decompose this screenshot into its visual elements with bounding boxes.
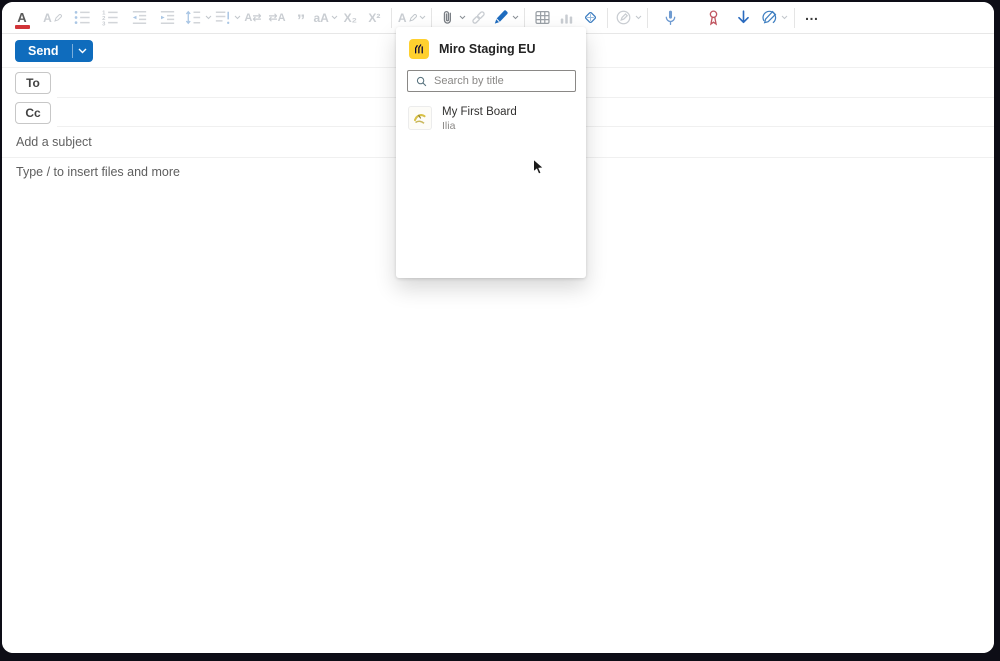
board-info: My First Board Ilia xyxy=(442,106,517,133)
miro-addin-popup: Miro Staging EU My First Board Ilia xyxy=(396,27,586,278)
chevron-down-icon xyxy=(635,15,641,20)
line-spacing-icon xyxy=(185,10,200,25)
board-title: My First Board xyxy=(442,106,517,118)
search-icon xyxy=(416,76,427,86)
numbered-list-button[interactable]: 123 xyxy=(99,5,122,31)
increase-indent-button[interactable] xyxy=(156,5,179,31)
bullet-list-icon xyxy=(74,11,90,24)
popup-header: Miro Staging EU xyxy=(396,27,586,70)
decrease-indent-icon xyxy=(132,11,146,24)
paperclip-icon xyxy=(443,10,451,24)
to-button[interactable]: To xyxy=(15,72,51,94)
cc-button[interactable]: Cc xyxy=(15,102,51,124)
ellipsis-icon: … xyxy=(804,6,819,23)
link-icon xyxy=(471,11,485,24)
board-owner: Ilia xyxy=(442,120,456,132)
chart-icon xyxy=(560,14,572,24)
numbered-list-icon: 123 xyxy=(102,10,118,27)
dictate-button[interactable] xyxy=(659,5,682,31)
paragraph-spacing-icon xyxy=(215,11,229,24)
toolbar-divider xyxy=(793,7,795,28)
toolbar-divider xyxy=(647,7,649,28)
chevron-down-icon xyxy=(234,15,240,20)
chevron-down-icon xyxy=(205,15,211,20)
toolbar-divider xyxy=(607,7,609,28)
quote-button[interactable]: ” xyxy=(290,5,313,31)
chevron-down-icon xyxy=(512,15,518,20)
chevron-down-icon xyxy=(331,15,338,20)
subscript-button[interactable]: X₂ xyxy=(339,5,362,31)
subscript-icon: X₂ xyxy=(343,10,358,25)
board-thumbnail xyxy=(408,106,432,130)
editor-icon xyxy=(616,10,630,25)
font-color-swatch xyxy=(14,25,30,29)
search-input[interactable] xyxy=(434,75,568,87)
toolbar-divider xyxy=(524,7,526,28)
pencil-icon xyxy=(408,13,417,22)
chevron-down-icon xyxy=(78,48,87,54)
apps-diamond-icon xyxy=(584,11,596,24)
styles-icon: A xyxy=(397,10,407,25)
line-spacing-button[interactable] xyxy=(184,5,212,31)
font-color-button[interactable]: A xyxy=(11,5,34,31)
svg-text:3: 3 xyxy=(102,22,106,27)
addin-pen-icon xyxy=(762,10,777,24)
change-case-icon: aA xyxy=(313,10,329,25)
send-split-button[interactable]: Send xyxy=(15,40,93,62)
miro-logo-icon xyxy=(409,39,429,59)
draw-pen-icon xyxy=(494,10,508,24)
low-importance-button[interactable] xyxy=(732,5,755,31)
decrease-indent-button[interactable] xyxy=(128,5,151,31)
toolbar-divider xyxy=(431,7,433,28)
compose-window: A A 123 A⇄ ⇄A ” aA X₂ X² A … Send To Cc … xyxy=(2,2,994,653)
chevron-down-icon xyxy=(419,15,425,20)
down-arrow-icon xyxy=(737,10,749,24)
pencil-icon xyxy=(54,13,62,22)
sensitivity-button[interactable] xyxy=(702,5,725,31)
editor-button[interactable] xyxy=(614,5,642,31)
board-search-box[interactable] xyxy=(407,70,576,92)
chevron-down-icon xyxy=(459,15,465,20)
bullet-list-button[interactable] xyxy=(71,5,94,31)
left-to-right-icon: A⇄ xyxy=(244,12,262,24)
increase-indent-icon xyxy=(160,11,175,24)
superscript-button[interactable]: X² xyxy=(363,5,386,31)
popup-title: Miro Staging EU xyxy=(439,42,536,56)
paragraph-spacing-button[interactable] xyxy=(213,5,241,31)
chevron-down-icon xyxy=(781,15,788,20)
right-to-left-icon: ⇄A xyxy=(268,12,286,24)
send-button[interactable]: Send xyxy=(15,40,72,62)
board-list-item[interactable]: My First Board Ilia xyxy=(396,92,586,133)
sensitivity-badge-icon xyxy=(709,10,718,26)
highlight-button[interactable]: A xyxy=(41,5,64,31)
change-case-button[interactable]: aA xyxy=(314,5,338,31)
toolbar-divider xyxy=(391,7,393,28)
left-to-right-button[interactable]: A⇄ xyxy=(242,5,265,31)
font-color-icon: A xyxy=(17,10,27,25)
addin-button[interactable] xyxy=(760,5,788,31)
highlight-icon: A xyxy=(43,10,52,25)
right-to-left-button[interactable]: ⇄A xyxy=(266,5,289,31)
quote-icon: ” xyxy=(296,10,306,30)
send-options-button[interactable] xyxy=(73,40,93,62)
more-options-button[interactable]: … xyxy=(800,5,823,31)
microphone-icon xyxy=(665,10,676,26)
table-icon xyxy=(534,10,550,25)
superscript-icon: X² xyxy=(368,10,381,25)
